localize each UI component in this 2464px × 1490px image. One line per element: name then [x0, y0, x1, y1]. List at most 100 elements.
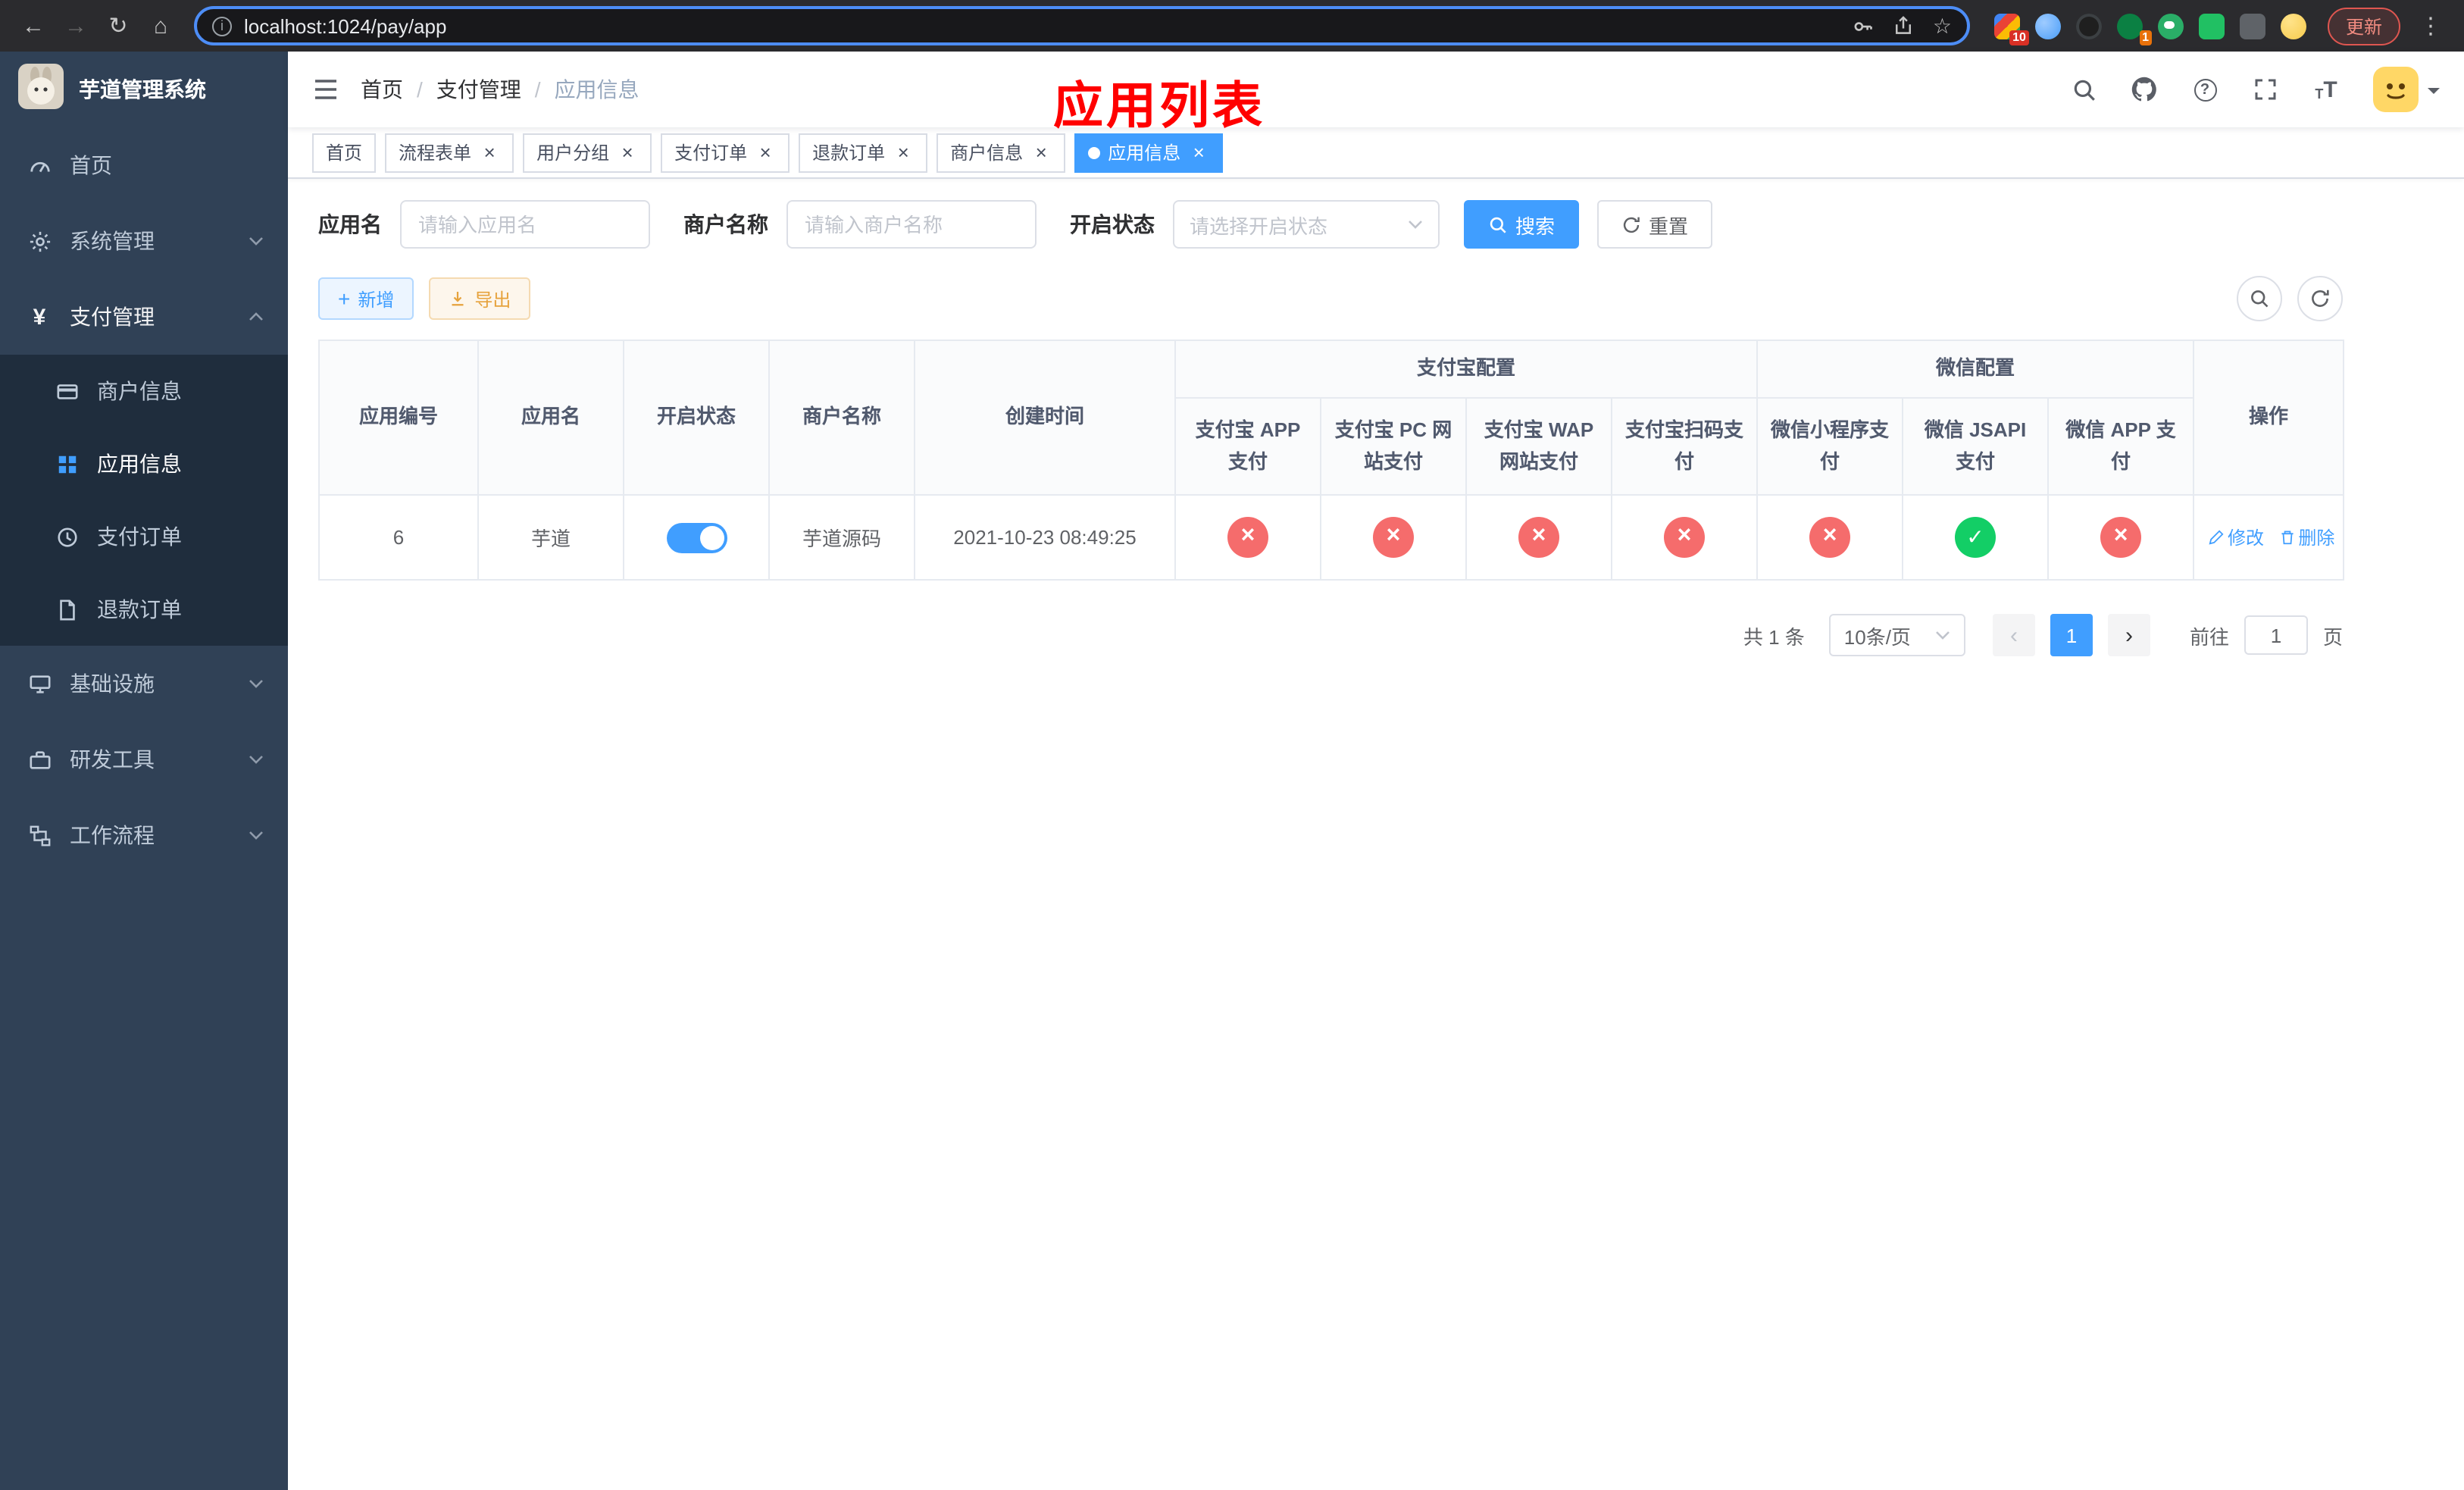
- search-icon[interactable]: [2064, 70, 2103, 109]
- add-button[interactable]: + 新增: [318, 277, 414, 320]
- menu-label: 首页: [70, 153, 112, 177]
- fullscreen-icon[interactable]: [2246, 70, 2285, 109]
- breadcrumb-item[interactable]: 支付管理: [436, 74, 521, 105]
- tab-label: 商户信息: [950, 142, 1024, 164]
- col-wx-app: 微信 APP 支付: [2047, 397, 2195, 496]
- site-info-icon[interactable]: i: [212, 16, 232, 36]
- user-avatar: [2373, 67, 2419, 112]
- hamburger-icon[interactable]: [312, 77, 339, 102]
- reload-icon[interactable]: ↻: [100, 8, 136, 44]
- sidebar-item-home[interactable]: 首页: [0, 127, 288, 203]
- goto-page-input[interactable]: [2244, 615, 2308, 655]
- delete-button[interactable]: 删除: [2278, 524, 2334, 550]
- app-name-input[interactable]: [400, 200, 650, 249]
- refresh-button[interactable]: [2297, 276, 2343, 321]
- prev-page-button[interactable]: ‹: [1992, 614, 2035, 656]
- edit-button[interactable]: 修改: [2208, 524, 2264, 550]
- profile-avatar-icon[interactable]: [2280, 13, 2306, 39]
- close-icon[interactable]: ×: [479, 142, 500, 163]
- sidebar-item-payment[interactable]: ¥ 支付管理: [0, 279, 288, 355]
- wechat-extension-icon[interactable]: [2157, 13, 2184, 39]
- sidebar-item-dev-tools[interactable]: 研发工具: [0, 722, 288, 797]
- alipay-wap-status-icon: [1518, 517, 1559, 558]
- extension-icon[interactable]: [2198, 13, 2225, 39]
- cell-app-id: 6: [318, 494, 479, 581]
- search-button[interactable]: 搜索: [1464, 200, 1580, 249]
- extension-icon[interactable]: 10: [1993, 13, 2029, 45]
- tab-user-group[interactable]: 用户分组 ×: [523, 133, 652, 172]
- export-button[interactable]: 导出: [429, 277, 531, 320]
- tab-process-form[interactable]: 流程表单 ×: [385, 133, 514, 172]
- breadcrumb-item-current: 应用信息: [554, 77, 639, 102]
- toggle-search-button[interactable]: [2237, 276, 2282, 321]
- user-menu[interactable]: [2373, 67, 2440, 112]
- next-page-button[interactable]: ›: [2107, 614, 2150, 656]
- col-created-at: 创建时间: [914, 340, 1176, 496]
- reset-button-label: 重置: [1649, 214, 1689, 237]
- sidebar-item-infrastructure[interactable]: 基础设施: [0, 646, 288, 722]
- font-size-icon[interactable]: TT: [2306, 70, 2346, 109]
- cell-merchant: 芋道源码: [768, 494, 915, 581]
- tab-app-info[interactable]: 应用信息 ×: [1074, 133, 1224, 172]
- sidebar-item-pay-order[interactable]: 支付订单: [0, 500, 288, 573]
- share-icon[interactable]: [1893, 15, 1915, 36]
- goto-label: 前往: [2189, 625, 2229, 648]
- col-status: 开启状态: [623, 340, 770, 496]
- password-key-icon[interactable]: [1853, 14, 1875, 37]
- close-icon[interactable]: ×: [893, 142, 914, 163]
- tab-label: 首页: [326, 142, 363, 164]
- col-alipay-app: 支付宝 APP 支付: [1174, 397, 1321, 496]
- filter-label-merchant-name: 商户名称: [683, 212, 768, 236]
- tab-home[interactable]: 首页: [312, 133, 377, 172]
- tab-refund-order[interactable]: 退款订单 ×: [799, 133, 928, 172]
- table-row: 6 芋道 芋道源码 2021-10-23 08:49:25 × × × × × …: [318, 494, 2345, 581]
- github-icon[interactable]: [2125, 70, 2164, 109]
- menu-label: 退款订单: [97, 597, 182, 621]
- workflow-icon: [24, 824, 55, 847]
- close-icon[interactable]: ×: [755, 142, 776, 163]
- back-icon[interactable]: ←: [15, 8, 52, 44]
- extensions-puzzle-icon[interactable]: [2239, 13, 2265, 39]
- page-size-select[interactable]: 10条/页: [1828, 614, 1965, 656]
- menu-label: 支付管理: [70, 305, 155, 329]
- tab-pay-order[interactable]: 支付订单 ×: [661, 133, 790, 172]
- filter-label-app-name: 应用名: [318, 212, 382, 236]
- address-bar[interactable]: i localhost:1024/pay/app ☆: [194, 6, 1970, 45]
- status-select[interactable]: 请选择开启状态: [1173, 200, 1440, 249]
- status-toggle[interactable]: [666, 522, 727, 552]
- close-icon[interactable]: ×: [1188, 142, 1209, 163]
- breadcrumb-item[interactable]: 首页: [361, 74, 403, 105]
- tab-label: 支付订单: [674, 142, 748, 164]
- add-button-label: 新增: [358, 289, 395, 310]
- reset-button[interactable]: 重置: [1597, 200, 1713, 249]
- app-table: 应用编号 应用名 开启状态 商户名称 创建时间 支付宝配置 微信配置 操作 支付…: [318, 340, 2345, 581]
- tab-merchant-info[interactable]: 商户信息 ×: [937, 133, 1066, 172]
- close-icon[interactable]: ×: [617, 142, 638, 163]
- sidebar-logo[interactable]: 芋道管理系统: [0, 52, 288, 127]
- delete-button-label: 删除: [2298, 527, 2335, 549]
- cell-actions: 修改 删除: [2193, 494, 2345, 581]
- extension-icon[interactable]: [2034, 13, 2061, 39]
- sidebar-item-refund-order[interactable]: 退款订单: [0, 573, 288, 646]
- pagination: 共 1 条 10条/页 ‹ 1 › 前往 页: [318, 614, 2343, 656]
- extension-icon[interactable]: 1: [2116, 13, 2152, 45]
- yen-icon: ¥: [33, 304, 46, 330]
- col-wx-lite: 微信小程序支付: [1756, 397, 1904, 496]
- extension-badge: 10: [2009, 30, 2029, 45]
- browser-update-button[interactable]: 更新: [2327, 7, 2400, 45]
- sidebar-item-app-info[interactable]: 应用信息: [0, 427, 288, 500]
- sidebar-item-merchant-info[interactable]: 商户信息: [0, 355, 288, 427]
- sidebar-item-system[interactable]: 系统管理: [0, 203, 288, 279]
- close-icon[interactable]: ×: [1030, 142, 1052, 163]
- merchant-name-input[interactable]: [786, 200, 1037, 249]
- extension-icon[interactable]: [2075, 13, 2102, 39]
- browser-menu-icon[interactable]: ⋮: [2412, 8, 2449, 44]
- page-number-button[interactable]: 1: [2050, 614, 2093, 656]
- sidebar-item-workflow[interactable]: 工作流程: [0, 797, 288, 873]
- help-icon[interactable]: ?: [2185, 70, 2225, 109]
- bookmark-star-icon[interactable]: ☆: [1933, 15, 1952, 36]
- breadcrumb: 首页 / 支付管理 / 应用信息: [361, 74, 639, 105]
- forward-icon[interactable]: →: [58, 8, 94, 44]
- monitor-icon: [24, 672, 55, 695]
- home-icon[interactable]: ⌂: [142, 8, 179, 44]
